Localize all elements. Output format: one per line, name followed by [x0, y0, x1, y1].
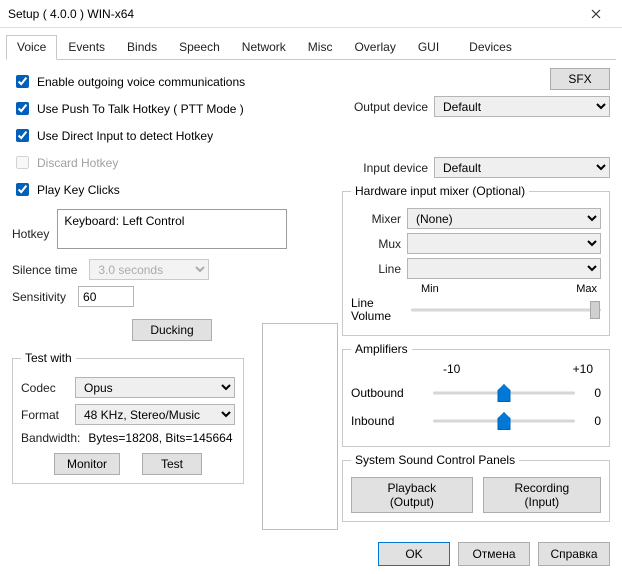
hotkey-label: Hotkey	[12, 227, 49, 241]
line-select[interactable]	[407, 258, 601, 279]
outbound-label: Outbound	[351, 386, 427, 400]
window-title: Setup ( 4.0.0 ) WIN-x64	[8, 7, 134, 21]
output-device-label: Output device	[342, 100, 428, 114]
right-column: SFX Output device Default Input device D…	[342, 68, 610, 528]
chk-ptt[interactable]: Use Push To Talk Hotkey ( PTT Mode )	[12, 99, 332, 118]
test-with-legend: Test with	[21, 351, 76, 365]
vol-min-label: Min	[421, 283, 439, 295]
hotkey-row: Hotkey Keyboard: Left Control	[12, 209, 332, 249]
outbound-value: 0	[581, 386, 601, 400]
amplifiers-legend: Amplifiers	[351, 342, 412, 356]
chk-directinput-box[interactable]	[16, 129, 29, 142]
ducking-button[interactable]: Ducking	[132, 319, 212, 341]
hotkey-input[interactable]: Keyboard: Left Control	[57, 209, 287, 249]
bandwidth-value: Bytes=18208, Bits=145664	[88, 431, 232, 445]
sensitivity-label: Sensitivity	[12, 290, 66, 304]
tab-network[interactable]: Network	[231, 35, 297, 60]
mixer-legend: Hardware input mixer (Optional)	[351, 184, 529, 198]
outbound-slider[interactable]	[433, 382, 575, 404]
inbound-label: Inbound	[351, 414, 427, 428]
input-device-select[interactable]: Default	[434, 157, 610, 178]
silence-select[interactable]: 3.0 seconds	[89, 259, 209, 280]
tab-gui[interactable]: GUI	[407, 35, 450, 60]
chk-discard-box	[16, 156, 29, 169]
tab-binds[interactable]: Binds	[116, 35, 168, 60]
tab-speech[interactable]: Speech	[168, 35, 231, 60]
format-label: Format	[21, 408, 69, 422]
chk-directinput-label: Use Direct Input to detect Hotkey	[37, 129, 213, 143]
test-with-group: Test with Codec Opus Format 48 KHz, Ster…	[12, 351, 244, 484]
codec-select[interactable]: Opus	[75, 377, 235, 398]
silence-row: Silence time 3.0 seconds	[12, 259, 332, 280]
tab-voice[interactable]: Voice	[6, 35, 57, 60]
chk-discard: Discard Hotkey	[12, 153, 332, 172]
tab-misc[interactable]: Misc	[297, 35, 344, 60]
line-volume-slider[interactable]	[411, 299, 601, 321]
recording-button[interactable]: Recording (Input)	[483, 477, 601, 513]
format-select[interactable]: 48 KHz, Stereo/Music	[75, 404, 235, 425]
chk-ptt-box[interactable]	[16, 102, 29, 115]
ok-button[interactable]: OK	[378, 542, 450, 566]
sfx-button[interactable]: SFX	[550, 68, 610, 90]
chk-playclicks[interactable]: Play Key Clicks	[12, 180, 332, 199]
chk-directinput[interactable]: Use Direct Input to detect Hotkey	[12, 126, 332, 145]
chk-enable-outgoing[interactable]: Enable outgoing voice communications	[12, 72, 332, 91]
help-button[interactable]: Справка	[538, 542, 610, 566]
preview-box	[262, 323, 338, 530]
sensitivity-input[interactable]	[78, 286, 134, 307]
mixer-group: Hardware input mixer (Optional) Mixer (N…	[342, 184, 610, 336]
system-panels-group: System Sound Control Panels Playback (Ou…	[342, 453, 610, 522]
line-label: Line	[351, 262, 401, 276]
test-button[interactable]: Test	[142, 453, 202, 475]
tab-overlay[interactable]: Overlay	[343, 35, 406, 60]
silence-label: Silence time	[12, 263, 77, 277]
mux-label: Mux	[351, 237, 401, 251]
cancel-button[interactable]: Отмена	[458, 542, 530, 566]
mux-select[interactable]	[407, 233, 601, 254]
titlebar: Setup ( 4.0.0 ) WIN-x64	[0, 0, 622, 28]
chk-enable-outgoing-label: Enable outgoing voice communications	[37, 75, 245, 89]
close-icon[interactable]	[576, 3, 616, 25]
amplifiers-group: Amplifiers -10 +10 Outbound 0 Inbound	[342, 342, 610, 447]
input-device-label: Input device	[342, 161, 428, 175]
mixer-label: Mixer	[351, 212, 401, 226]
tab-bar: Voice Events Binds Speech Network Misc O…	[6, 34, 616, 60]
inbound-slider[interactable]	[433, 410, 575, 432]
amp-min-label: -10	[443, 362, 460, 376]
inbound-value: 0	[581, 414, 601, 428]
chk-enable-outgoing-box[interactable]	[16, 75, 29, 88]
sensitivity-row: Sensitivity	[12, 286, 332, 307]
codec-label: Codec	[21, 381, 69, 395]
tab-events[interactable]: Events	[57, 35, 116, 60]
system-panels-legend: System Sound Control Panels	[351, 453, 519, 467]
chk-ptt-label: Use Push To Talk Hotkey ( PTT Mode )	[37, 102, 244, 116]
mixer-select[interactable]: (None)	[407, 208, 601, 229]
amp-max-label: +10	[573, 362, 593, 376]
monitor-button[interactable]: Monitor	[54, 453, 120, 475]
chk-discard-label: Discard Hotkey	[37, 156, 118, 170]
line-volume-label: Line Volume	[351, 297, 405, 323]
playback-button[interactable]: Playback (Output)	[351, 477, 473, 513]
chk-playclicks-box[interactable]	[16, 183, 29, 196]
dialog-footer: OK Отмена Справка	[378, 542, 610, 566]
tab-devices[interactable]: Devices	[458, 35, 523, 60]
output-device-select[interactable]: Default	[434, 96, 610, 117]
vol-max-label: Max	[576, 283, 597, 295]
chk-playclicks-label: Play Key Clicks	[37, 183, 120, 197]
bandwidth-label: Bandwidth:	[21, 431, 80, 445]
